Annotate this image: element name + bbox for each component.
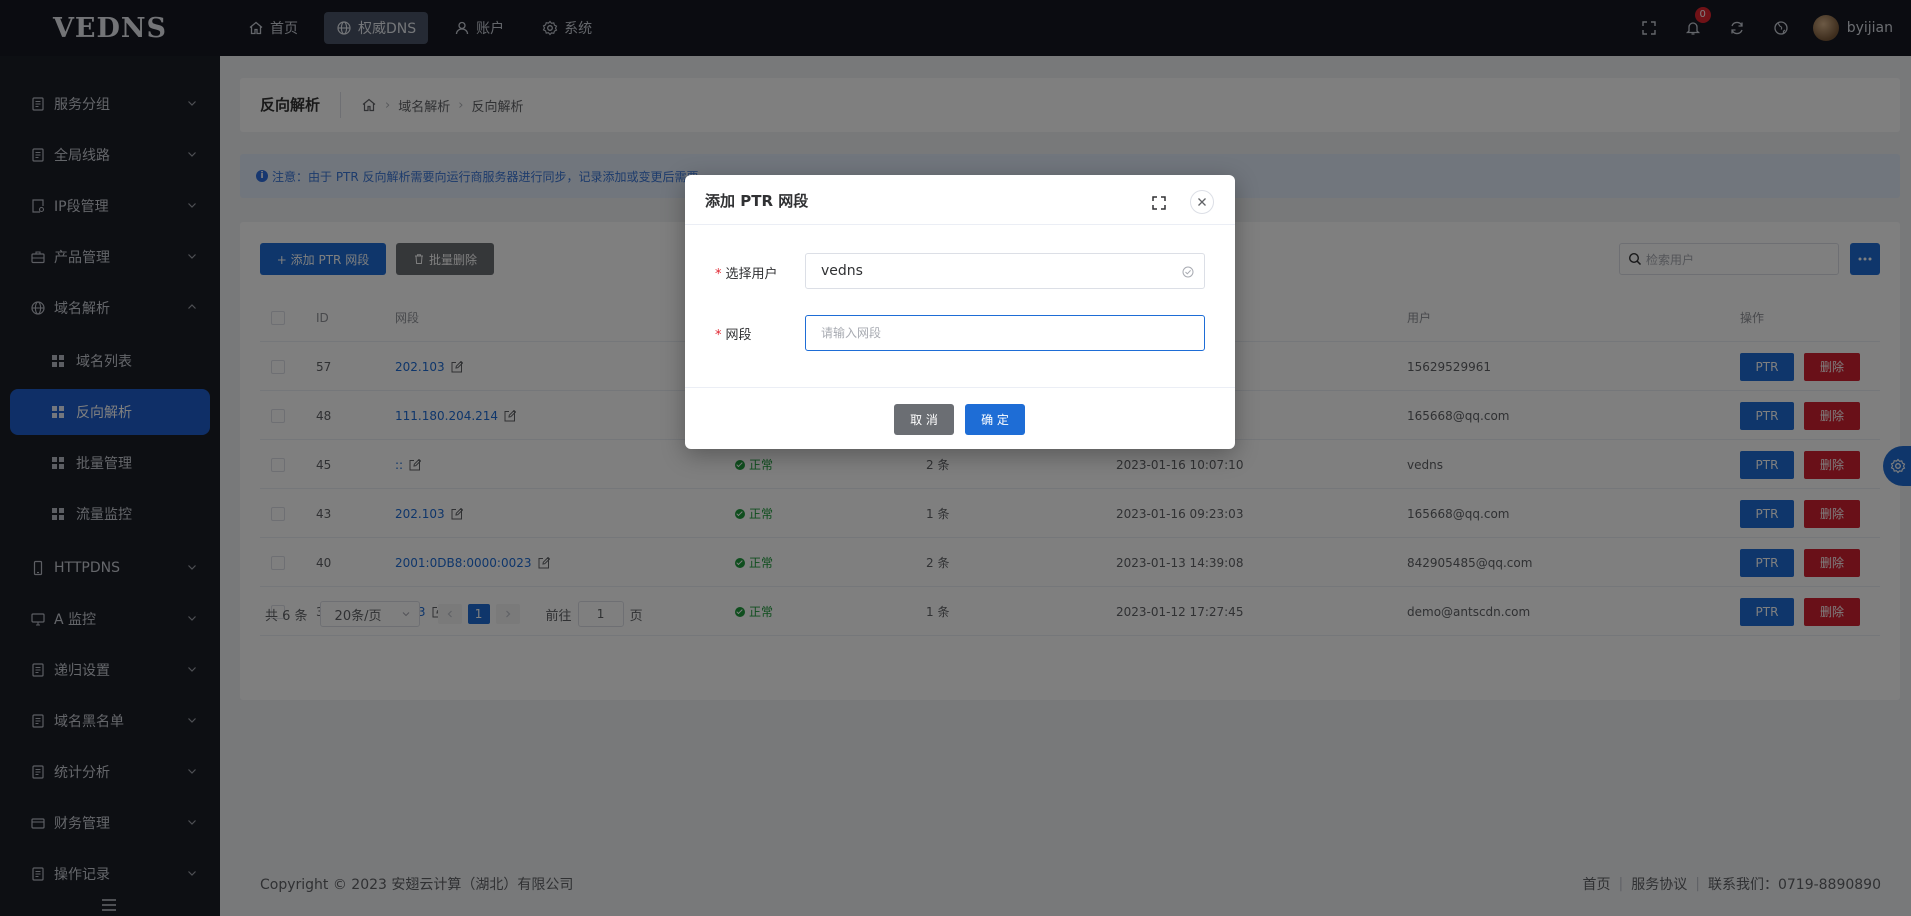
required-marker: * bbox=[715, 328, 722, 343]
segment-label-text: 网段 bbox=[725, 328, 752, 343]
modal-overlay[interactable] bbox=[0, 0, 1911, 916]
maximize-icon[interactable] bbox=[1151, 195, 1167, 211]
add-ptr-segment-dialog: 添加 PTR 网段 *选择用户 vedns *网段 取 消 确 定 bbox=[685, 175, 1235, 449]
check-circle-icon bbox=[1182, 266, 1194, 278]
user-select[interactable]: vedns bbox=[805, 253, 1205, 289]
user-select-label: * 选择用户 bbox=[715, 263, 778, 282]
confirm-button[interactable]: 确 定 bbox=[965, 404, 1025, 435]
dialog-title: 添加 PTR 网段 bbox=[705, 192, 809, 210]
segment-input[interactable] bbox=[821, 326, 1191, 340]
dialog-header: 添加 PTR 网段 bbox=[685, 175, 1235, 225]
required-marker: * bbox=[715, 267, 722, 282]
segment-label: * 网段 bbox=[715, 324, 752, 343]
close-icon bbox=[1198, 198, 1206, 206]
user-select-label-text: 选择用户 bbox=[725, 267, 778, 282]
user-select-value: vedns bbox=[821, 263, 863, 279]
dialog-footer: 取 消 确 定 bbox=[685, 387, 1235, 449]
close-button[interactable] bbox=[1190, 190, 1214, 214]
segment-field[interactable] bbox=[805, 315, 1205, 351]
cancel-button[interactable]: 取 消 bbox=[894, 404, 954, 435]
